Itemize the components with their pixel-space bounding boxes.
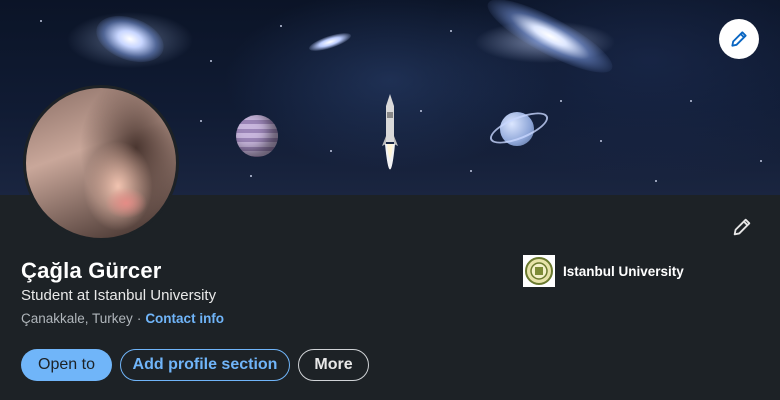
rocket-icon — [382, 94, 398, 170]
pencil-icon — [733, 218, 751, 236]
star — [420, 110, 422, 112]
star — [470, 170, 472, 172]
star — [760, 160, 762, 162]
education-entry[interactable]: Istanbul University — [523, 255, 684, 287]
small-galaxy — [307, 29, 353, 55]
separator-dot: · — [136, 311, 142, 326]
star — [330, 150, 332, 152]
profile-avatar[interactable] — [23, 85, 179, 241]
star — [40, 20, 42, 22]
striped-planet — [236, 115, 278, 157]
profile-card: Çağla Gürcer Student at Istanbul Univers… — [0, 0, 780, 400]
spiral-galaxy — [89, 7, 171, 71]
star — [560, 100, 562, 102]
profile-headline: Student at Istanbul University — [21, 287, 217, 304]
pencil-icon — [731, 31, 747, 47]
star — [690, 100, 692, 102]
star — [210, 60, 212, 62]
location-line: Çanakkale, Turkey · Contact info — [21, 311, 224, 326]
contact-info-link[interactable]: Contact info — [145, 311, 224, 326]
star — [450, 30, 452, 32]
add-profile-section-button[interactable]: Add profile section — [120, 349, 290, 381]
profile-location: Çanakkale, Turkey — [21, 311, 133, 326]
star — [200, 120, 202, 122]
profile-name: Çağla Gürcer — [21, 258, 162, 283]
university-seal-icon — [523, 255, 555, 287]
edit-intro-button[interactable] — [729, 214, 755, 240]
school-name: Istanbul University — [563, 263, 684, 279]
star — [280, 25, 282, 27]
open-to-button[interactable]: Open to — [21, 349, 112, 381]
star — [655, 180, 657, 182]
edge-galaxy — [479, 0, 621, 85]
edit-banner-button[interactable] — [719, 19, 759, 59]
more-button[interactable]: More — [298, 349, 369, 381]
star — [250, 175, 252, 177]
star — [600, 140, 602, 142]
